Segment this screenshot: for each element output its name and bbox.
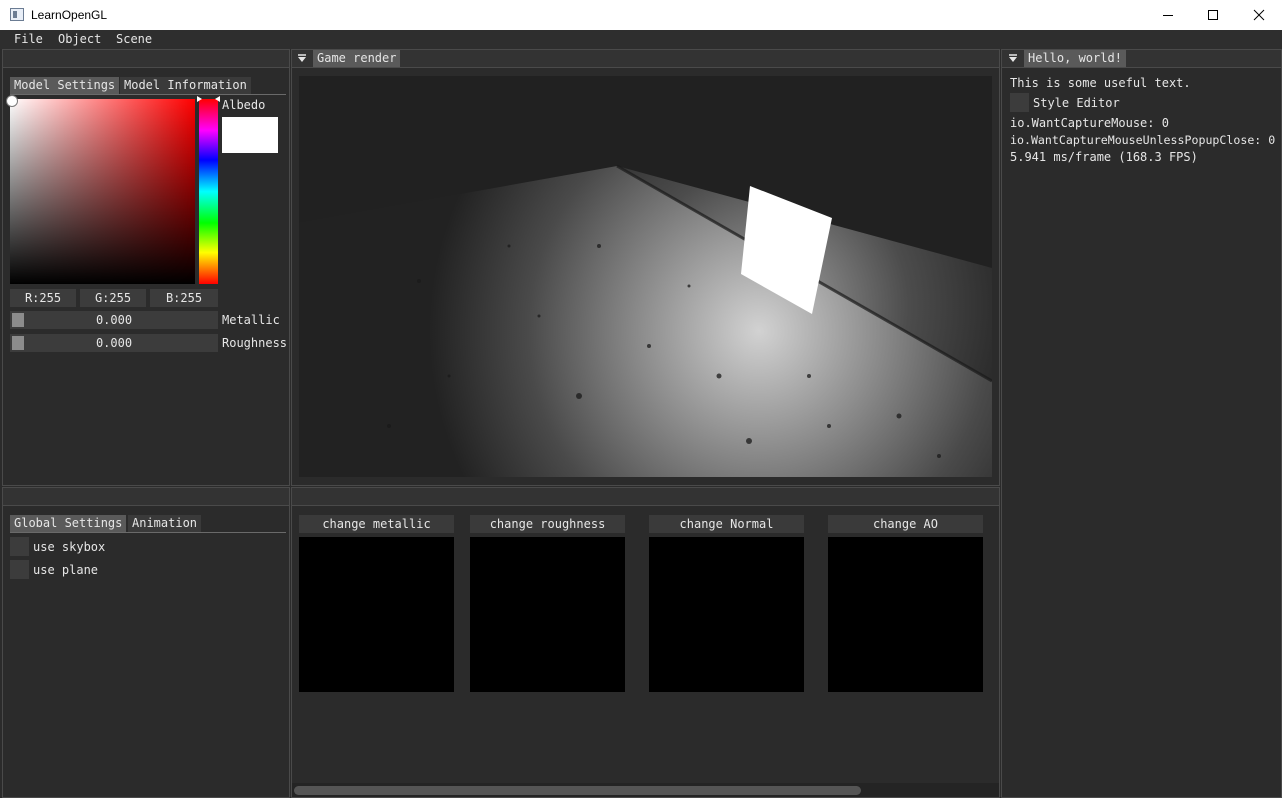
color-picker-cursor[interactable] bbox=[6, 95, 18, 107]
tab-hello-world[interactable]: Hello, world! bbox=[1024, 50, 1126, 67]
menu-object[interactable]: Object bbox=[58, 32, 101, 46]
style-editor-label: Style Editor bbox=[1033, 96, 1120, 110]
collapse-button[interactable] bbox=[295, 51, 309, 65]
menu-bar: File Object Scene bbox=[0, 30, 1282, 49]
hue-slider[interactable] bbox=[199, 99, 218, 284]
frame-stats-text: 5.941 ms/frame (168.3 FPS) bbox=[1010, 150, 1198, 164]
roughness-slider[interactable]: 0.000 bbox=[10, 334, 218, 352]
maximize-icon bbox=[1208, 10, 1218, 20]
slider-grab[interactable] bbox=[12, 336, 24, 350]
maximize-button[interactable] bbox=[1190, 0, 1236, 30]
title-bar: LearnOpenGL bbox=[0, 0, 1282, 30]
change-ao-button[interactable]: change AO bbox=[828, 515, 983, 533]
tab-underline bbox=[10, 532, 286, 533]
metallic-texture-preview[interactable] bbox=[299, 537, 454, 692]
use-skybox-label: use skybox bbox=[33, 540, 106, 554]
roughness-label: Roughness bbox=[222, 336, 288, 350]
green-input[interactable]: G:255 bbox=[80, 289, 146, 307]
metallic-value: 0.000 bbox=[95, 313, 133, 327]
tab-model-settings[interactable]: Model Settings bbox=[10, 77, 120, 94]
want-capture-mouse-text: io.WantCaptureMouse: 0 bbox=[1010, 116, 1169, 130]
style-editor-checkbox[interactable] bbox=[1010, 93, 1029, 112]
game-render-viewport[interactable] bbox=[299, 76, 992, 477]
tab-global-settings[interactable]: Global Settings bbox=[10, 515, 127, 532]
panel-header bbox=[3, 488, 289, 506]
ao-texture-preview[interactable] bbox=[828, 537, 983, 692]
minimize-icon bbox=[1163, 15, 1173, 16]
collapse-icon bbox=[298, 54, 306, 62]
window-title: LearnOpenGL bbox=[31, 8, 108, 22]
minimize-button[interactable] bbox=[1145, 0, 1191, 30]
change-metallic-button[interactable]: change metallic bbox=[299, 515, 454, 533]
close-icon bbox=[1253, 9, 1265, 21]
roughness-value: 0.000 bbox=[95, 336, 133, 350]
menu-scene[interactable]: Scene bbox=[116, 32, 152, 46]
albedo-label: Albedo bbox=[222, 98, 266, 112]
roughness-texture-preview[interactable] bbox=[470, 537, 625, 692]
collapse-icon bbox=[1009, 54, 1017, 62]
red-input[interactable]: R:255 bbox=[10, 289, 76, 307]
hue-marker-icon[interactable] bbox=[197, 96, 220, 102]
scene-render bbox=[299, 76, 992, 477]
use-plane-label: use plane bbox=[33, 563, 99, 577]
slider-grab[interactable] bbox=[12, 313, 24, 327]
close-button[interactable] bbox=[1236, 0, 1282, 30]
albedo-swatch[interactable] bbox=[222, 117, 278, 153]
change-normal-button[interactable]: change Normal bbox=[649, 515, 804, 533]
collapse-button[interactable] bbox=[1006, 51, 1020, 65]
menu-file[interactable]: File bbox=[14, 32, 43, 46]
saturation-value-picker[interactable] bbox=[10, 99, 195, 284]
app-icon bbox=[10, 8, 24, 21]
useful-text: This is some useful text. bbox=[1010, 76, 1191, 90]
use-plane-checkbox[interactable] bbox=[10, 560, 29, 579]
metallic-label: Metallic bbox=[222, 313, 280, 327]
normal-texture-preview[interactable] bbox=[649, 537, 804, 692]
tab-underline bbox=[10, 94, 286, 95]
tab-game-render[interactable]: Game render bbox=[313, 50, 401, 67]
blue-input[interactable]: B:255 bbox=[150, 289, 218, 307]
global-settings-panel bbox=[2, 487, 290, 798]
panel-header bbox=[292, 488, 999, 506]
want-capture-mouse-popup-text: io.WantCaptureMouseUnlessPopupClose: 0 bbox=[1010, 133, 1276, 147]
metallic-slider[interactable]: 0.000 bbox=[10, 311, 218, 329]
scrollbar-thumb[interactable] bbox=[294, 786, 861, 795]
use-skybox-checkbox[interactable] bbox=[10, 537, 29, 556]
change-roughness-button[interactable]: change roughness bbox=[470, 515, 625, 533]
tab-model-information[interactable]: Model Information bbox=[120, 77, 251, 94]
tab-animation[interactable]: Animation bbox=[128, 515, 202, 532]
panel-header bbox=[3, 50, 289, 68]
